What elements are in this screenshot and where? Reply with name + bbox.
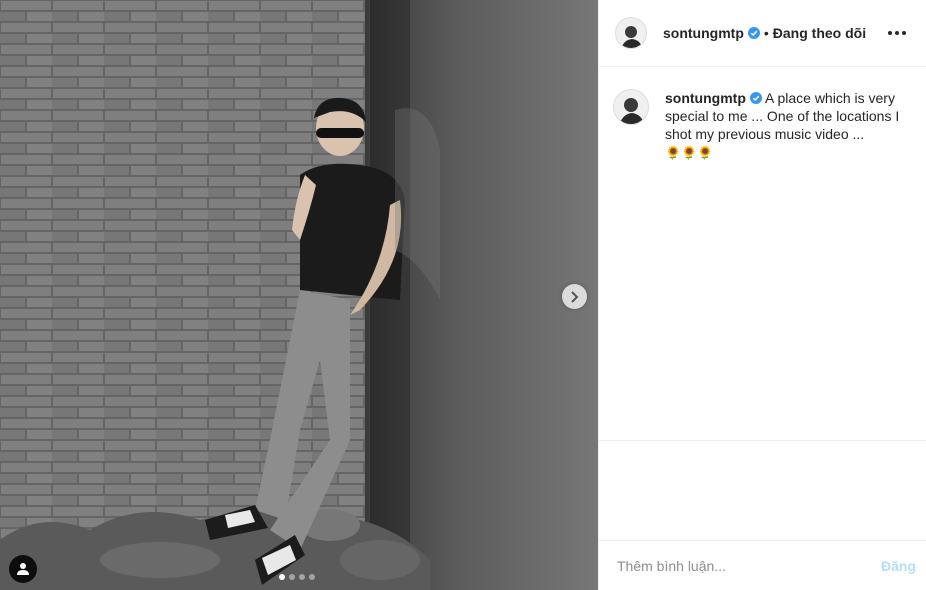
carousel-dot xyxy=(309,574,315,580)
divider xyxy=(599,440,926,441)
avatar[interactable] xyxy=(613,89,649,125)
sunflower-emoji: 🌻 xyxy=(697,145,714,160)
comment-bar: Đăng xyxy=(599,540,926,590)
header-text: sontungmtp • Đang theo dõi xyxy=(663,25,866,41)
carousel-indicator xyxy=(279,574,315,580)
more-horizontal-icon xyxy=(902,31,906,35)
user-tag-icon xyxy=(17,563,29,575)
more-horizontal-icon xyxy=(895,31,899,35)
next-slide-button[interactable] xyxy=(562,284,587,309)
photo-illustration xyxy=(0,0,598,590)
username-link[interactable]: sontungmtp xyxy=(663,25,744,41)
avatar[interactable] xyxy=(615,17,647,49)
chevron-right-icon xyxy=(570,290,578,303)
post-caption: sontungmtp A place which is very special… xyxy=(599,67,926,162)
sunflower-emoji: 🌻 xyxy=(681,145,698,160)
caption-text: sontungmtp A place which is very special… xyxy=(665,89,905,162)
verified-badge-icon xyxy=(749,92,762,104)
user-tag-button[interactable] xyxy=(9,555,37,583)
sunflower-emoji: 🌻 xyxy=(665,145,682,160)
more-options-button[interactable] xyxy=(884,27,910,39)
post-comment-button[interactable]: Đăng xyxy=(881,558,916,574)
carousel-dot xyxy=(289,574,295,580)
more-horizontal-icon xyxy=(888,31,892,35)
post-header: sontungmtp • Đang theo dõi xyxy=(599,0,926,67)
header-separator: • xyxy=(763,25,769,41)
post-photo[interactable] xyxy=(0,0,598,590)
avatar-image xyxy=(614,90,648,124)
post-side-panel: sontungmtp • Đang theo dõi sontungmtp A … xyxy=(598,0,926,590)
carousel-dot xyxy=(279,574,285,580)
following-button[interactable]: Đang theo dõi xyxy=(773,25,866,41)
carousel-dot xyxy=(299,574,305,580)
verified-badge-icon xyxy=(747,27,760,39)
caption-username-link[interactable]: sontungmtp xyxy=(665,90,746,106)
comment-input[interactable] xyxy=(615,556,881,575)
avatar-image xyxy=(616,18,646,48)
